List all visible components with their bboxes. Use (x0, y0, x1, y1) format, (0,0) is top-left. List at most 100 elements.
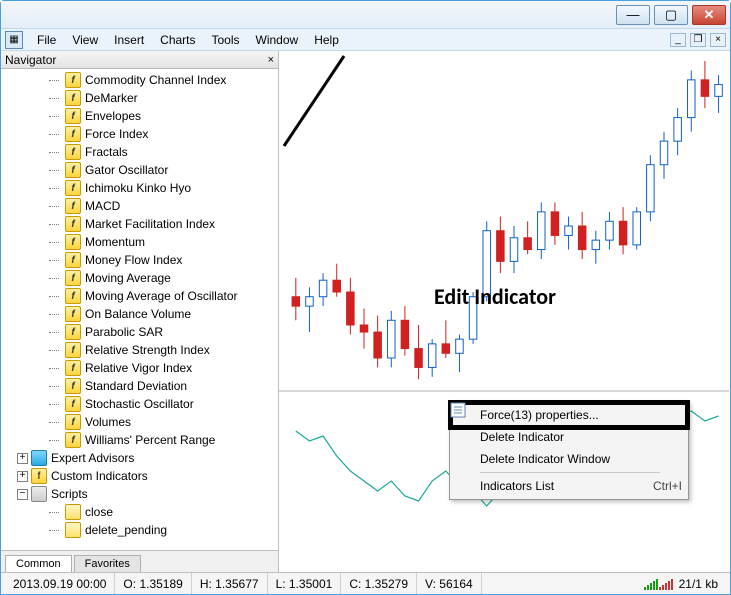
f-icon: f (65, 432, 81, 448)
f-icon: f (65, 396, 81, 412)
f-icon: f (65, 378, 81, 394)
ctx-delete-indicator-window[interactable]: Delete Indicator Window (452, 448, 686, 470)
indicator-item[interactable]: fFractals (1, 143, 278, 161)
mdi-minimize-button[interactable]: _ (670, 33, 686, 47)
indicator-item[interactable]: fWilliams' Percent Range (1, 431, 278, 449)
connection-bars-icon (644, 578, 673, 590)
menu-insert[interactable]: Insert (106, 31, 152, 49)
status-open: O: 1.35189 (115, 573, 191, 594)
indicator-item[interactable]: fDeMarker (1, 89, 278, 107)
delete-indicator-icon (456, 428, 474, 446)
f-icon: f (65, 414, 81, 430)
annotation-label: Edit Indicator (434, 283, 556, 310)
navigator-titlebar: Navigator × (1, 51, 278, 69)
tree-toggle-icon[interactable]: + (17, 453, 28, 464)
tree-toggle-icon[interactable]: + (17, 471, 28, 482)
indicator-item[interactable]: fVolumes (1, 413, 278, 431)
indicator-item[interactable]: fRelative Strength Index (1, 341, 278, 359)
ctx-shortcut: Ctrl+I (653, 479, 682, 493)
minimize-button[interactable]: — (616, 5, 650, 25)
indicator-item[interactable]: fStochastic Oscillator (1, 395, 278, 413)
f-icon: f (65, 234, 81, 250)
scr-icon (65, 504, 81, 520)
f-icon: f (65, 126, 81, 142)
status-volume: V: 56164 (417, 573, 482, 594)
tree-toggle-icon[interactable]: − (17, 489, 28, 500)
indicators-list-icon (456, 477, 474, 495)
indicator-item[interactable]: fForce Index (1, 125, 278, 143)
context-menu: Force(13) properties... Delete Indicator… (449, 401, 689, 500)
delete-window-icon (456, 450, 474, 468)
f-icon: f (65, 342, 81, 358)
menu-file[interactable]: File (29, 31, 64, 49)
group-expert-advisors[interactable]: +Expert Advisors (1, 449, 278, 467)
f-icon: f (65, 90, 81, 106)
status-datetime: 2013.09.19 00:00 (5, 573, 115, 594)
indicator-item[interactable]: fMoving Average (1, 269, 278, 287)
navigator-close-icon[interactable]: × (268, 54, 274, 66)
navigator-title: Navigator (5, 53, 56, 67)
ci-icon: f (31, 468, 47, 484)
f-icon: f (65, 306, 81, 322)
ctx-properties[interactable]: Force(13) properties... (452, 404, 686, 426)
titlebar: — ▢ ✕ (1, 1, 730, 29)
f-icon: f (65, 180, 81, 196)
group-scripts[interactable]: −Scripts (1, 485, 278, 503)
mdi-restore-button[interactable]: ❐ (690, 33, 706, 47)
indicator-item[interactable]: fMomentum (1, 233, 278, 251)
close-button[interactable]: ✕ (692, 5, 726, 25)
indicator-item[interactable]: fParabolic SAR (1, 323, 278, 341)
indicator-item[interactable]: fOn Balance Volume (1, 305, 278, 323)
f-icon: f (65, 360, 81, 376)
script-item[interactable]: delete_pending (1, 521, 278, 539)
group-custom-indicators[interactable]: +fCustom Indicators (1, 467, 278, 485)
f-icon: f (65, 270, 81, 286)
indicator-item[interactable]: fMarket Facilitation Index (1, 215, 278, 233)
menu-help[interactable]: Help (306, 31, 347, 49)
mdi-close-button[interactable]: × (710, 33, 726, 47)
ctx-indicators-list[interactable]: Indicators List Ctrl+I (452, 475, 686, 497)
f-icon: f (65, 216, 81, 232)
status-low: L: 1.35001 (268, 573, 342, 594)
f-icon: f (65, 72, 81, 88)
indicator-item[interactable]: fMoney Flow Index (1, 251, 278, 269)
ea-icon (31, 450, 47, 466)
menubar: ▦ FileViewInsertChartsToolsWindowHelp _ … (1, 29, 730, 51)
f-icon: f (65, 288, 81, 304)
f-icon: f (65, 162, 81, 178)
f-icon: f (65, 144, 81, 160)
f-icon: f (65, 198, 81, 214)
app-window: — ▢ ✕ ▦ FileViewInsertChartsToolsWindowH… (0, 0, 731, 595)
f-icon: f (65, 252, 81, 268)
indicator-item[interactable]: fMACD (1, 197, 278, 215)
f-icon: f (65, 108, 81, 124)
sc-icon (31, 486, 47, 502)
script-item[interactable]: close (1, 503, 278, 521)
menu-view[interactable]: View (64, 31, 106, 49)
status-connection: 21/1 kb (636, 573, 726, 594)
f-icon: f (65, 324, 81, 340)
menu-window[interactable]: Window (248, 31, 307, 49)
ctx-separator (480, 472, 660, 473)
chart-area[interactable]: Edit Indicator Force(13) properties... D… (279, 51, 730, 572)
navigator-tree[interactable]: fCommodity Channel IndexfDeMarkerfEnvelo… (1, 69, 278, 550)
tab-common[interactable]: Common (5, 555, 72, 572)
indicator-item[interactable]: fIchimoku Kinko Hyo (1, 179, 278, 197)
indicator-item[interactable]: fGator Oscillator (1, 161, 278, 179)
status-high: H: 1.35677 (192, 573, 268, 594)
indicator-item[interactable]: fRelative Vigor Index (1, 359, 278, 377)
app-icon: ▦ (5, 31, 23, 49)
maximize-button[interactable]: ▢ (654, 5, 688, 25)
indicator-item[interactable]: fStandard Deviation (1, 377, 278, 395)
scr-icon (65, 522, 81, 538)
statusbar: 2013.09.19 00:00 O: 1.35189 H: 1.35677 L… (1, 572, 730, 594)
indicator-item[interactable]: fCommodity Channel Index (1, 71, 278, 89)
indicator-item[interactable]: fMoving Average of Oscillator (1, 287, 278, 305)
tab-favorites[interactable]: Favorites (74, 555, 141, 572)
navigator-tabs: Common Favorites (1, 550, 278, 572)
navigator-panel: Navigator × fCommodity Channel IndexfDeM… (1, 51, 279, 572)
menu-charts[interactable]: Charts (152, 31, 203, 49)
ctx-delete-indicator[interactable]: Delete Indicator (452, 426, 686, 448)
indicator-item[interactable]: fEnvelopes (1, 107, 278, 125)
menu-tools[interactable]: Tools (204, 31, 248, 49)
